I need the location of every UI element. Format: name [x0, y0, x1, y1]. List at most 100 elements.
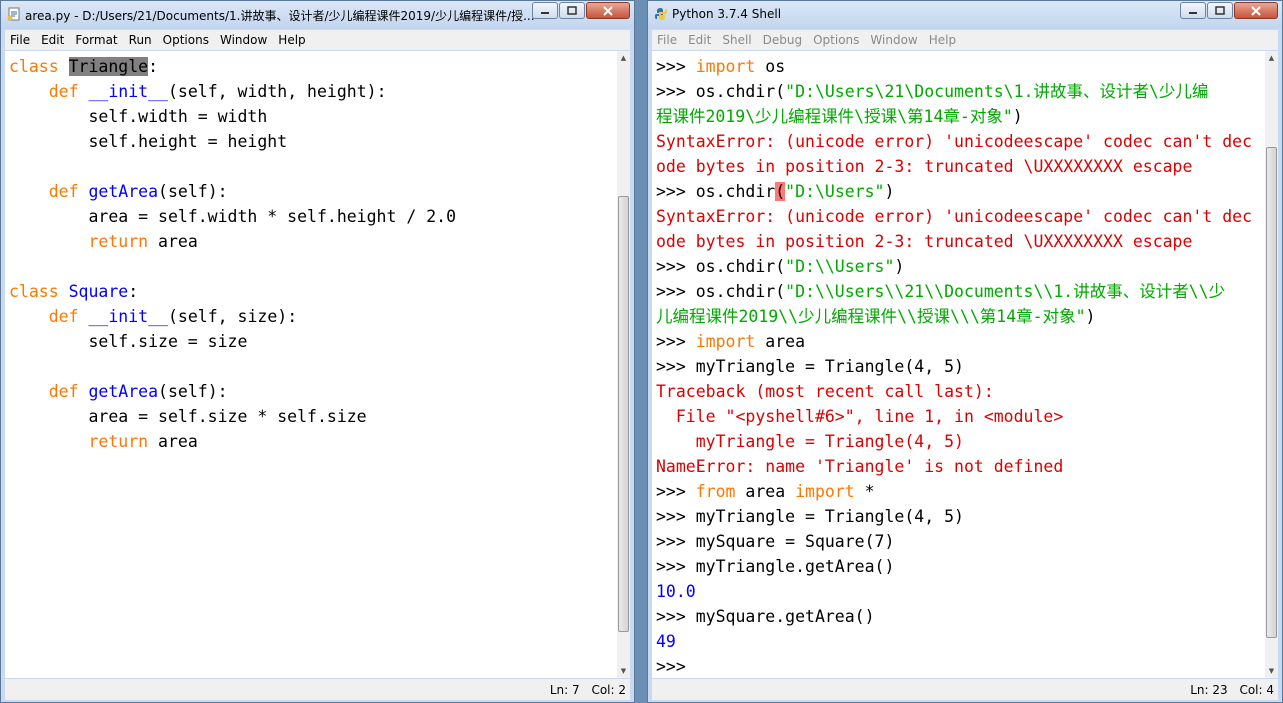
menu-edit[interactable]: Edit — [683, 33, 717, 47]
code-line[interactable]: area = self.size * self.size — [9, 404, 456, 429]
shell-line[interactable]: >>> import os — [656, 54, 1252, 79]
shell-line[interactable]: ode bytes in position 2-3: truncated \UX… — [656, 154, 1252, 179]
scroll-up-icon[interactable]: ▲ — [617, 51, 630, 65]
scroll-thumb[interactable] — [618, 196, 629, 632]
shell-output[interactable]: >>> import os >>> os.chdir("D:\Users\21\D… — [652, 51, 1265, 678]
code-line[interactable]: return area — [9, 429, 456, 454]
shell-line[interactable]: 程课件2019\少儿编程课件\授课\第14章-对象") — [656, 104, 1252, 129]
menu-edit[interactable]: Edit — [36, 33, 70, 47]
close-button[interactable] — [1234, 2, 1278, 19]
code-line[interactable]: def __init__(self, size): — [9, 304, 456, 329]
code-line[interactable]: def getArea(self): — [9, 379, 456, 404]
shell-line[interactable]: 49 — [656, 629, 1252, 654]
code-line[interactable]: class Square: — [9, 279, 456, 304]
shell-line[interactable]: >>> — [656, 654, 1252, 678]
shell-line[interactable]: >>> mySquare = Square(7) — [656, 529, 1252, 554]
shell-line[interactable]: 儿编程课件2019\\少儿编程课件\\授课\\\第14章-对象") — [656, 304, 1252, 329]
maximize-button[interactable] — [1207, 2, 1233, 19]
code-token: ) — [1012, 107, 1023, 126]
maximize-button[interactable] — [559, 2, 585, 19]
code-line[interactable]: self.height = height — [9, 129, 456, 154]
shell-line[interactable]: >>> os.chdir("D:\\Users") — [656, 254, 1252, 279]
shell-line[interactable]: File "<pyshell#6>", line 1, in <module> — [656, 404, 1252, 429]
scroll-up-icon[interactable]: ▲ — [1265, 51, 1278, 65]
shell-line[interactable]: NameError: name 'Triangle' is not define… — [656, 454, 1252, 479]
code-token: "D:\Users" — [785, 182, 885, 201]
column-indicator: Col: 2 — [591, 683, 626, 697]
code-line[interactable] — [9, 154, 456, 179]
scroll-down-icon[interactable]: ▼ — [617, 664, 630, 678]
code-token: >>> myTriangle = Triangle(4, 5) — [656, 357, 964, 376]
code-token: return — [88, 232, 159, 251]
shell-line[interactable]: myTriangle = Triangle(4, 5) — [656, 429, 1252, 454]
code-token: area — [745, 482, 796, 501]
code-token: import — [695, 332, 766, 351]
shell-line[interactable]: >>> import area — [656, 329, 1252, 354]
menu-window[interactable]: Window — [865, 33, 923, 47]
shell-line[interactable]: >>> os.chdir("D:\Users") — [656, 179, 1252, 204]
code-line[interactable]: area = self.width * self.height / 2.0 — [9, 204, 456, 229]
code-line[interactable] — [9, 254, 456, 279]
shell-line[interactable]: >>> myTriangle.getArea() — [656, 554, 1252, 579]
window-title: area.py - D:/Users/21/Documents/1.讲故事、设计… — [25, 9, 535, 23]
shell-line[interactable]: Traceback (most recent call last): — [656, 379, 1252, 404]
editor-titlebar[interactable]: area.py - D:/Users/21/Documents/1.讲故事、设计… — [1, 1, 634, 29]
code-token: def — [48, 307, 89, 326]
code-token: (self, size): — [167, 307, 298, 326]
menu-file[interactable]: File — [5, 33, 36, 47]
minimize-button[interactable] — [532, 2, 558, 19]
line-indicator: Ln: 7 — [549, 683, 580, 697]
code-token: __init__ — [88, 307, 168, 326]
code-editor[interactable]: class Triangle: def __init__(self, width… — [5, 51, 617, 678]
shell-line[interactable]: SyntaxError: (unicode error) 'unicodeesc… — [656, 129, 1252, 154]
shell-line[interactable]: >>> myTriangle = Triangle(4, 5) — [656, 354, 1252, 379]
menu-shell[interactable]: Shell — [717, 33, 757, 47]
shell-line[interactable]: 10.0 — [656, 579, 1252, 604]
menu-help[interactable]: Help — [273, 33, 311, 47]
shell-line[interactable]: >>> mySquare.getArea() — [656, 604, 1252, 629]
shell-scrollbar[interactable]: ▲ ▼ — [1265, 51, 1278, 678]
menu-options[interactable]: Options — [808, 33, 865, 47]
shell-line[interactable]: ode bytes in position 2-3: truncated \UX… — [656, 229, 1252, 254]
code-text[interactable]: class Triangle: def __init__(self, width… — [9, 54, 456, 454]
menu-help[interactable]: Help — [924, 33, 962, 47]
menu-run[interactable]: Run — [124, 33, 158, 47]
code-token: ode bytes in position 2-3: truncated \UX… — [656, 232, 1193, 251]
code-line[interactable]: return area — [9, 229, 456, 254]
shell-line[interactable]: >>> os.chdir("D:\\Users\\21\\Documents\\… — [656, 279, 1252, 304]
shell-titlebar[interactable]: Python 3.7.4 Shell — [648, 1, 1282, 29]
code-line[interactable]: self.width = width — [9, 104, 456, 129]
code-line[interactable]: class Triangle: — [9, 54, 456, 79]
code-line[interactable] — [9, 354, 456, 379]
code-token: import — [795, 482, 865, 501]
menu-window[interactable]: Window — [215, 33, 273, 47]
menu-options[interactable]: Options — [158, 33, 215, 47]
shell-window: Python 3.7.4 Shell File Edit Shell Debug… — [647, 0, 1283, 703]
window-title: Python 3.7.4 Shell — [672, 7, 782, 21]
minimize-button[interactable] — [1180, 2, 1206, 19]
scroll-thumb[interactable] — [1266, 147, 1277, 638]
code-token: area — [158, 432, 198, 451]
code-token: ) — [884, 182, 895, 201]
scroll-down-icon[interactable]: ▼ — [1265, 664, 1278, 678]
code-token: self.width = width — [9, 107, 268, 126]
shell-line[interactable]: >>> os.chdir("D:\Users\21\Documents\1.讲故… — [656, 79, 1252, 104]
menu-debug[interactable]: Debug — [758, 33, 808, 47]
python-logo-icon — [655, 8, 667, 20]
close-button[interactable] — [586, 2, 630, 19]
menu-format[interactable]: Format — [70, 33, 123, 47]
shell-line[interactable]: >>> from area import * — [656, 479, 1252, 504]
code-line[interactable]: def __init__(self, width, height): — [9, 79, 456, 104]
code-line[interactable]: def getArea(self): — [9, 179, 456, 204]
code-token: ( — [775, 182, 786, 201]
minimize-icon — [1189, 11, 1197, 14]
shell-line[interactable]: >>> myTriangle = Triangle(4, 5) — [656, 504, 1252, 529]
shell-menubar: File Edit Shell Debug Options Window Hel… — [652, 30, 1278, 50]
editor-scrollbar[interactable]: ▲ ▼ — [617, 51, 630, 678]
shell-text[interactable]: >>> import os >>> os.chdir("D:\Users\21\D… — [656, 54, 1252, 678]
code-line[interactable]: self.size = size — [9, 329, 456, 354]
code-token: 10.0 — [656, 582, 696, 601]
menu-file[interactable]: File — [652, 33, 683, 47]
shell-line[interactable]: SyntaxError: (unicode error) 'unicodeesc… — [656, 204, 1252, 229]
